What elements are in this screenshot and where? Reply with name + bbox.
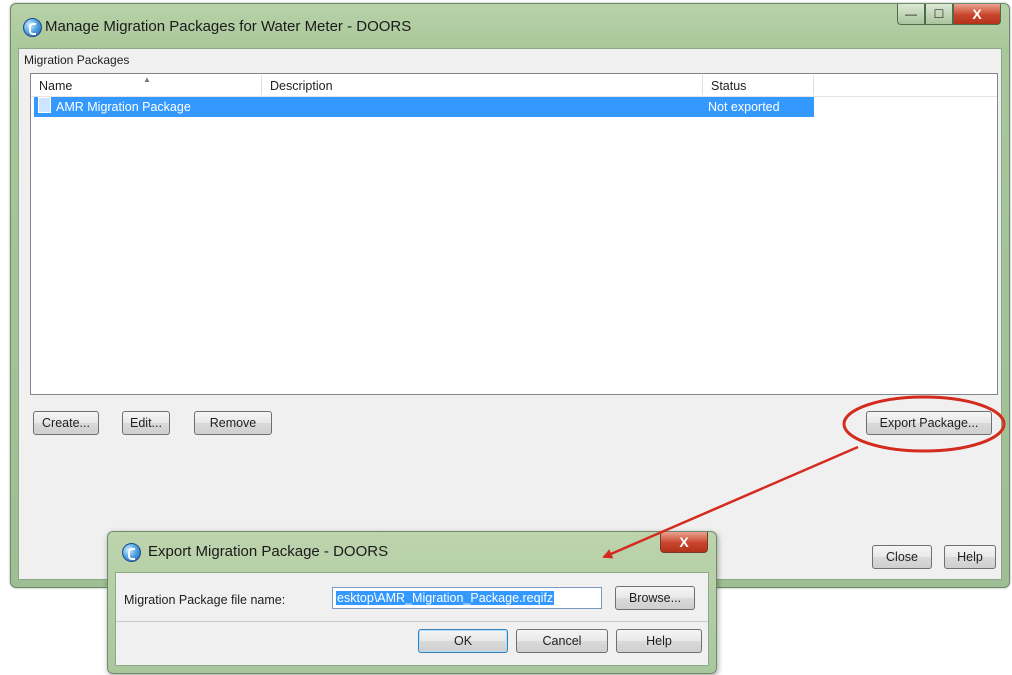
row-name: AMR Migration Package: [56, 100, 191, 114]
column-header-status[interactable]: Status: [703, 74, 813, 96]
create-button[interactable]: Create...: [33, 411, 99, 435]
export-package-button[interactable]: Export Package...: [866, 411, 992, 435]
row-status: Not exported: [708, 100, 780, 114]
file-name-value: esktop\AMR_Migration_Package.reqifz: [336, 591, 555, 605]
dialog-help-button[interactable]: Help: [616, 629, 702, 653]
group-label: Migration Packages: [24, 53, 130, 67]
manage-packages-window: Manage Migration Packages for Water Mete…: [10, 3, 1010, 588]
cancel-button[interactable]: Cancel: [516, 629, 608, 653]
list-header: Name ▲ Description Status: [31, 74, 997, 97]
dialog-separator: [116, 621, 708, 622]
help-button[interactable]: Help: [944, 545, 996, 569]
dialog-client-area: Migration Package file name: esktop\AMR_…: [115, 572, 709, 666]
doors-app-icon: [23, 18, 42, 37]
packages-list[interactable]: Name ▲ Description Status AMR Migration …: [30, 73, 998, 395]
close-dialog-button[interactable]: X: [660, 532, 708, 553]
browse-button[interactable]: Browse...: [615, 586, 695, 610]
maximize-button[interactable]: ☐: [925, 4, 953, 25]
file-name-input[interactable]: esktop\AMR_Migration_Package.reqifz: [332, 587, 602, 609]
doors-app-icon: [122, 543, 141, 562]
ok-button[interactable]: OK: [418, 629, 508, 653]
window-client-area: Migration Packages Name ▲ Description St…: [18, 48, 1002, 580]
caption-buttons: — ☐ X: [897, 4, 1001, 26]
column-header-description[interactable]: Description: [262, 74, 702, 96]
close-window-button[interactable]: X: [953, 4, 1001, 25]
package-document-icon: [38, 97, 51, 113]
minimize-button[interactable]: —: [897, 4, 925, 25]
export-dialog: Export Migration Package - DOORS X Migra…: [107, 531, 717, 674]
column-separator[interactable]: [813, 75, 814, 95]
file-name-label: Migration Package file name:: [124, 593, 286, 607]
close-button[interactable]: Close: [872, 545, 932, 569]
remove-button[interactable]: Remove: [194, 411, 272, 435]
window-title: Manage Migration Packages for Water Mete…: [45, 18, 412, 35]
table-row[interactable]: AMR Migration Package Not exported: [34, 97, 814, 117]
edit-button[interactable]: Edit...: [122, 411, 170, 435]
dialog-title: Export Migration Package - DOORS: [148, 543, 389, 560]
sort-arrow-icon: ▲: [143, 75, 151, 84]
